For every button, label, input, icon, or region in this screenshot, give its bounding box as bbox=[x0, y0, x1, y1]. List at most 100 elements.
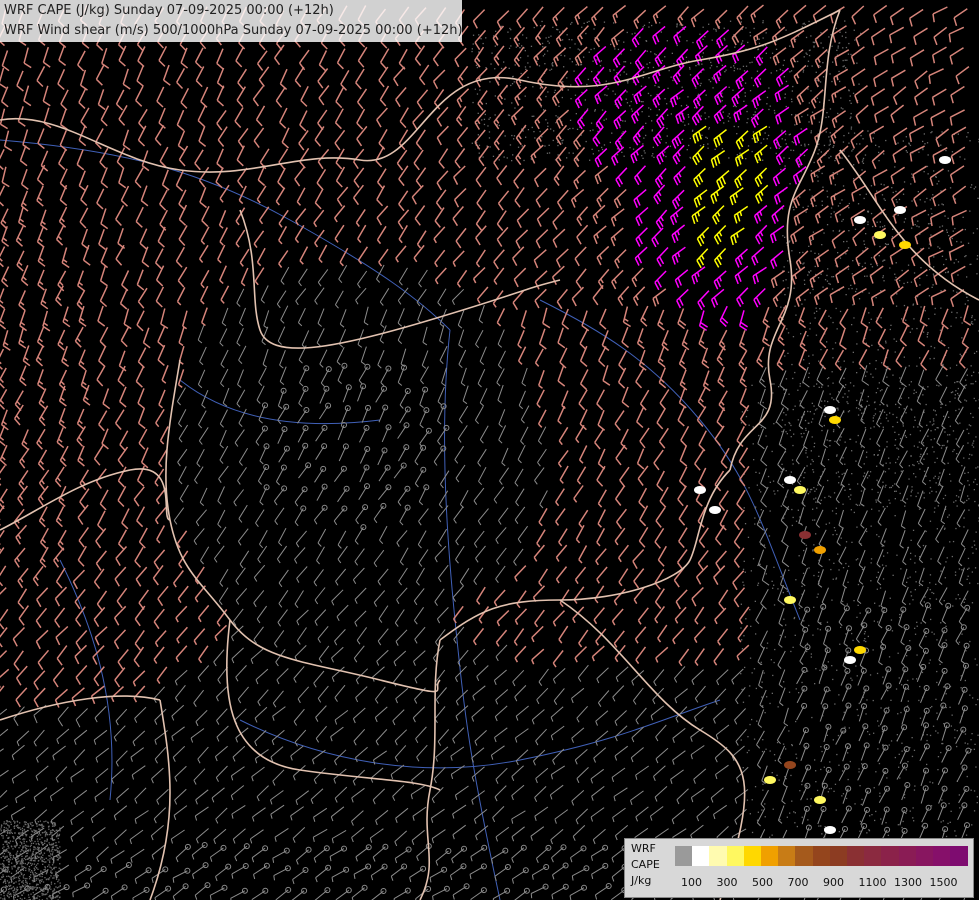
terrain-dot bbox=[860, 446, 863, 448]
terrain-dot bbox=[49, 858, 51, 860]
terrain-dot bbox=[747, 536, 750, 538]
terrain-dot bbox=[835, 507, 837, 509]
terrain-dot bbox=[901, 684, 903, 686]
terrain-dot bbox=[821, 172, 823, 175]
terrain-dot bbox=[931, 705, 933, 708]
terrain-dot bbox=[771, 692, 773, 694]
terrain-dot bbox=[527, 129, 530, 131]
terrain-dot bbox=[842, 457, 844, 459]
terrain-dot bbox=[820, 42, 822, 44]
terrain-dot bbox=[928, 318, 930, 320]
terrain-dot bbox=[899, 616, 901, 619]
terrain-dot bbox=[12, 882, 15, 884]
terrain-dot bbox=[681, 86, 683, 88]
terrain-dot bbox=[964, 399, 966, 401]
terrain-dot bbox=[741, 648, 744, 650]
terrain-dot bbox=[842, 47, 844, 49]
terrain-dot bbox=[792, 492, 794, 494]
terrain-dot bbox=[788, 569, 790, 571]
terrain-dot bbox=[948, 514, 950, 516]
terrain-dot bbox=[28, 866, 31, 868]
terrain-dot bbox=[894, 756, 896, 759]
terrain-dot bbox=[742, 701, 745, 703]
terrain-dot bbox=[911, 328, 913, 330]
terrain-dot bbox=[908, 142, 910, 144]
terrain-dot bbox=[16, 850, 19, 852]
terrain-dot bbox=[974, 319, 976, 321]
terrain-dot bbox=[39, 820, 41, 822]
terrain-dot bbox=[651, 120, 653, 122]
terrain-dot bbox=[808, 376, 810, 379]
terrain-dot bbox=[944, 527, 946, 529]
terrain-dot bbox=[821, 400, 823, 402]
terrain-dot bbox=[524, 95, 526, 97]
terrain-dot bbox=[824, 826, 826, 828]
terrain-dot bbox=[952, 230, 954, 232]
terrain-dot bbox=[788, 730, 790, 732]
terrain-dot bbox=[951, 311, 953, 313]
terrain-dot bbox=[793, 287, 795, 289]
terrain-dot bbox=[52, 890, 54, 892]
terrain-dot bbox=[47, 821, 49, 823]
terrain-dot bbox=[974, 567, 977, 569]
terrain-dot bbox=[616, 154, 619, 156]
terrain-dot bbox=[40, 879, 42, 881]
terrain-dot bbox=[23, 866, 25, 869]
terrain-dot bbox=[839, 80, 841, 83]
terrain-dot bbox=[838, 831, 840, 833]
terrain-dot bbox=[878, 151, 880, 154]
terrain-dot bbox=[967, 495, 969, 497]
terrain-dot bbox=[964, 228, 966, 231]
terrain-dot bbox=[788, 393, 790, 395]
terrain-dot bbox=[926, 165, 929, 168]
terrain-dot bbox=[751, 150, 753, 153]
terrain-dot bbox=[50, 832, 52, 834]
terrain-dot bbox=[763, 138, 765, 140]
terrain-dot bbox=[58, 835, 60, 837]
terrain-dot bbox=[855, 288, 858, 290]
terrain-dot bbox=[799, 383, 801, 385]
terrain-dot bbox=[919, 199, 921, 201]
terrain-dot bbox=[930, 618, 932, 621]
terrain-dot bbox=[522, 34, 524, 36]
terrain-dot bbox=[48, 842, 50, 844]
terrain-dot bbox=[829, 132, 831, 134]
terrain-dot bbox=[880, 422, 882, 425]
terrain-dot bbox=[730, 66, 732, 68]
terrain-dot bbox=[871, 508, 873, 510]
terrain-dot bbox=[770, 72, 772, 74]
terrain-dot bbox=[739, 152, 741, 154]
terrain-dot bbox=[934, 461, 936, 464]
terrain-dot bbox=[828, 559, 831, 561]
terrain-dot bbox=[746, 122, 748, 124]
terrain-dot bbox=[851, 679, 853, 681]
terrain-dot bbox=[784, 97, 786, 99]
terrain-dot bbox=[21, 894, 23, 896]
terrain-dot bbox=[556, 28, 558, 31]
terrain-dot bbox=[30, 859, 32, 861]
terrain-dot bbox=[27, 845, 29, 847]
terrain-dot bbox=[876, 534, 878, 536]
terrain-dot bbox=[941, 444, 943, 447]
terrain-dot bbox=[757, 159, 760, 161]
terrain-dot bbox=[511, 160, 513, 162]
terrain-dot bbox=[969, 140, 971, 142]
terrain-dot bbox=[22, 875, 24, 877]
terrain-dot bbox=[869, 815, 871, 817]
terrain-dot bbox=[701, 63, 703, 65]
terrain-dot bbox=[971, 454, 973, 456]
terrain-dot bbox=[861, 419, 864, 421]
terrain-dot bbox=[943, 415, 945, 417]
terrain-dot bbox=[531, 115, 533, 117]
terrain-dot bbox=[818, 149, 820, 151]
terrain-dot bbox=[769, 57, 772, 59]
terrain-dot bbox=[827, 400, 829, 403]
terrain-dot bbox=[977, 466, 979, 468]
terrain-dot bbox=[906, 498, 908, 500]
terrain-dot bbox=[13, 891, 15, 894]
terrain-dot bbox=[841, 473, 843, 475]
terrain-dot bbox=[676, 44, 678, 47]
terrain-dot bbox=[811, 402, 813, 404]
terrain-dot bbox=[35, 886, 37, 888]
terrain-dot bbox=[687, 123, 690, 125]
